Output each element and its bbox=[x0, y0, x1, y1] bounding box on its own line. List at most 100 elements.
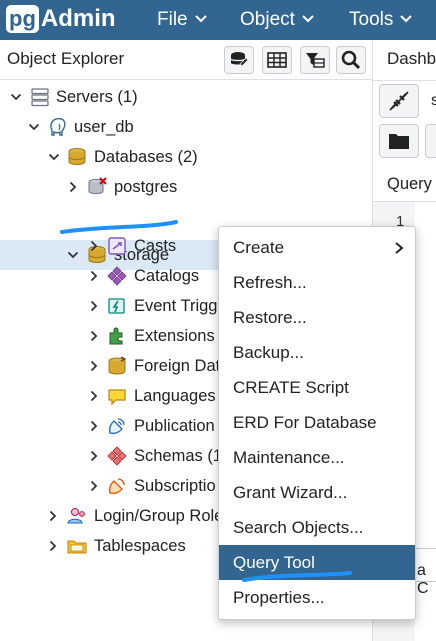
publications-icon bbox=[107, 416, 127, 436]
menu-item-query-tool[interactable]: Query Tool bbox=[219, 545, 415, 580]
menu-item-label: Restore... bbox=[233, 308, 307, 327]
menu-item-label: Refresh... bbox=[233, 273, 307, 292]
chevron-down-icon bbox=[302, 15, 314, 23]
hidden-panel-text: a C bbox=[417, 562, 429, 597]
chevron-right-icon[interactable] bbox=[88, 270, 100, 282]
menu-item-refresh[interactable]: Refresh... bbox=[219, 265, 415, 300]
query-tool-button[interactable] bbox=[224, 46, 254, 74]
tree-label: Schemas (1 bbox=[134, 446, 223, 465]
tree-node-databases[interactable]: Databases (2) bbox=[0, 142, 352, 172]
chevron-right-icon[interactable] bbox=[88, 420, 100, 432]
view-data-button[interactable] bbox=[262, 46, 292, 74]
database-disconnected-icon bbox=[87, 177, 107, 197]
tree-label: Extensions bbox=[134, 326, 215, 345]
tree-label: Languages bbox=[134, 386, 216, 405]
menu-object-label: Object bbox=[240, 9, 295, 30]
menu-item-search-objects[interactable]: Search Objects... bbox=[219, 510, 415, 545]
chevron-down-icon[interactable] bbox=[48, 151, 60, 163]
menu-file[interactable]: File bbox=[157, 0, 208, 40]
login-group-roles-icon bbox=[67, 506, 87, 526]
chevron-right-icon[interactable] bbox=[88, 390, 100, 402]
chevron-right-icon[interactable] bbox=[88, 300, 100, 312]
logo-admin: Admin bbox=[40, 5, 116, 32]
server-group-icon bbox=[30, 87, 50, 107]
disconnected-plug-icon bbox=[389, 91, 409, 111]
menu-item-label: Backup... bbox=[233, 343, 304, 362]
casts-icon bbox=[107, 236, 127, 256]
chevron-down-icon[interactable] bbox=[28, 121, 40, 133]
menu-item-backup[interactable]: Backup... bbox=[219, 335, 415, 370]
connection-status-button[interactable] bbox=[379, 84, 419, 118]
open-file-button[interactable] bbox=[379, 124, 419, 158]
menu-item-restore[interactable]: Restore... bbox=[219, 300, 415, 335]
table-view-icon bbox=[267, 52, 287, 68]
context-menu: Create Refresh... Restore... Backup... C… bbox=[218, 226, 416, 620]
menu-item-create-script[interactable]: CREATE Script bbox=[219, 370, 415, 405]
tab-dashboard[interactable]: Dashb bbox=[387, 49, 436, 69]
tree-label: user_db bbox=[74, 117, 134, 136]
search-icon bbox=[341, 50, 361, 70]
extensions-icon bbox=[107, 326, 127, 346]
tree-node-server[interactable]: user_db bbox=[0, 112, 352, 142]
tree-label: Casts bbox=[134, 236, 177, 255]
chevron-right-icon[interactable] bbox=[47, 540, 59, 552]
menu-item-label: Grant Wizard... bbox=[233, 483, 348, 502]
schemas-icon bbox=[107, 446, 127, 466]
menu-item-label: CREATE Script bbox=[233, 378, 349, 397]
languages-icon bbox=[107, 386, 127, 406]
tree-label: Foreign Dat bbox=[134, 356, 221, 375]
tree-label: Login/Group Role bbox=[94, 506, 224, 525]
menu-item-label: Properties... bbox=[233, 588, 325, 607]
chevron-right-icon[interactable] bbox=[88, 360, 100, 372]
tab-divider bbox=[373, 80, 436, 81]
tree-node-db-postgres[interactable]: postgres bbox=[0, 172, 352, 202]
event-trigger-icon bbox=[107, 296, 127, 316]
server-selector-partial[interactable]: s bbox=[431, 92, 436, 110]
menu-object[interactable]: Object bbox=[240, 0, 315, 40]
tree-label: Databases (2) bbox=[94, 147, 198, 166]
postgresql-elephant-icon bbox=[48, 117, 68, 137]
tree-node-servers[interactable]: Servers (1) bbox=[0, 82, 352, 112]
search-objects-button[interactable] bbox=[336, 46, 366, 74]
menu-item-properties[interactable]: Properties... bbox=[219, 580, 415, 615]
chevron-right-icon[interactable] bbox=[88, 480, 100, 492]
menu-file-label: File bbox=[157, 9, 188, 30]
chevron-right-icon[interactable] bbox=[88, 240, 100, 252]
tab-query-label: Query bbox=[387, 175, 432, 193]
tree-label: Catalogs bbox=[134, 266, 200, 285]
chevron-right-icon[interactable] bbox=[88, 450, 100, 462]
chevron-down-icon bbox=[400, 15, 413, 23]
menu-item-create[interactable]: Create bbox=[219, 230, 415, 265]
top-navbar: pg Admin File Object Tools bbox=[0, 0, 436, 40]
tree-label: Servers (1) bbox=[56, 87, 138, 106]
chevron-right-icon[interactable] bbox=[47, 510, 59, 522]
chevron-right-icon[interactable] bbox=[88, 330, 100, 342]
menu-tools-label: Tools bbox=[349, 9, 394, 30]
tree-label: Subscriptio bbox=[134, 476, 216, 495]
foreign-data-wrapper-icon bbox=[107, 356, 127, 376]
menu-item-erd[interactable]: ERD For Database bbox=[219, 405, 415, 440]
subscriptions-icon bbox=[107, 476, 127, 496]
filtered-rows-button[interactable] bbox=[300, 46, 330, 74]
menu-item-label: Create bbox=[233, 238, 285, 257]
tree-label: postgres bbox=[114, 177, 178, 196]
save-file-button[interactable] bbox=[425, 124, 436, 158]
tab-query[interactable]: Query bbox=[373, 170, 436, 202]
pgadmin-logo[interactable]: pg Admin bbox=[6, 5, 116, 33]
tree-label: Publication bbox=[134, 416, 215, 435]
chevron-down-icon[interactable] bbox=[10, 91, 22, 103]
logo-pg: pg bbox=[6, 5, 39, 33]
menu-item-label: Search Objects... bbox=[233, 518, 364, 537]
menu-item-label: Maintenance... bbox=[233, 448, 345, 467]
tree-label: Tablespaces bbox=[94, 536, 186, 555]
chevron-right-icon bbox=[395, 242, 404, 254]
menu-item-maintenance[interactable]: Maintenance... bbox=[219, 440, 415, 475]
chevron-right-icon[interactable] bbox=[67, 181, 79, 193]
menu-tools[interactable]: Tools bbox=[349, 0, 413, 40]
menu-item-grant-wizard[interactable]: Grant Wizard... bbox=[219, 475, 415, 510]
tablespaces-folder-icon bbox=[67, 536, 87, 556]
object-explorer-header: Object Explorer bbox=[0, 40, 372, 80]
object-explorer-title: Object Explorer bbox=[7, 49, 125, 68]
catalogs-icon bbox=[107, 266, 127, 286]
database-query-icon bbox=[230, 52, 249, 67]
